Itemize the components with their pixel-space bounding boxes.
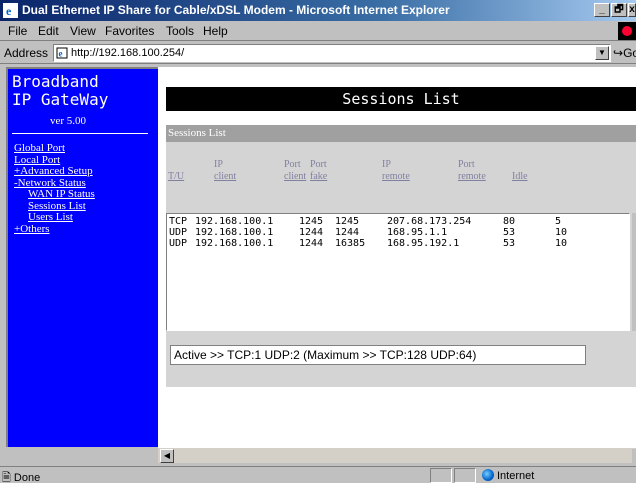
session-cell-proto: UDP bbox=[169, 238, 188, 249]
session-cell-port-fake: 1245 bbox=[335, 216, 360, 227]
address-url: http://192.168.100.254/ bbox=[71, 47, 185, 59]
session-cell-idle: 10 bbox=[555, 227, 568, 238]
session-row[interactable]: TCP 192.168.100.1 1245 1245 207.68.173.254 80… bbox=[167, 216, 627, 227]
session-cell-ip-remote: 207.68.173.254 bbox=[387, 216, 472, 227]
version-label: ver 5.00 bbox=[49, 115, 87, 127]
brand-title: Broadband IP GateWay bbox=[12, 72, 109, 109]
session-cell-ip-remote: 168.95.192.1 bbox=[387, 238, 460, 249]
session-cell-idle: 10 bbox=[555, 238, 568, 249]
address-label: Address bbox=[4, 46, 49, 60]
minimize-button[interactable]: _ bbox=[594, 3, 610, 17]
col-header-tu[interactable]: T/U bbox=[168, 171, 184, 183]
go-arrow-icon: ↪ bbox=[613, 46, 624, 60]
col-header-port-remote[interactable]: Port remote bbox=[458, 159, 486, 183]
page-icon: e bbox=[56, 47, 68, 59]
session-cell-port-remote: 53 bbox=[503, 238, 516, 249]
sidebar-nav: Global Port Local Port +Advanced Setup -… bbox=[14, 142, 95, 236]
sidebar-divider bbox=[12, 133, 148, 134]
session-cell-port-client: 1244 bbox=[299, 238, 324, 249]
window-titlebar: e Dual Ethernet IP Share for Cable/xDSL … bbox=[0, 0, 636, 21]
main-content: Sessions List Sessions List T/U IP clien… bbox=[158, 67, 636, 447]
menu-help[interactable]: Help bbox=[203, 24, 228, 38]
session-cell-proto: TCP bbox=[169, 216, 188, 227]
session-cell-port-client: 1245 bbox=[299, 216, 324, 227]
listbox-scrollbar[interactable] bbox=[632, 213, 636, 331]
address-input[interactable]: e http://192.168.100.254/ ▼ bbox=[53, 44, 611, 62]
sessions-listbox[interactable]: TCP 192.168.100.1 1245 1245 207.68.173.254 80… bbox=[166, 213, 630, 331]
svg-text:e: e bbox=[6, 4, 12, 18]
session-cell-port-fake: 1244 bbox=[335, 227, 360, 238]
session-cell-port-client: 1244 bbox=[299, 227, 324, 238]
security-zone: Internet bbox=[482, 469, 534, 482]
status-cell-1 bbox=[430, 468, 452, 483]
session-cell-port-remote: 53 bbox=[503, 227, 516, 238]
nav-global-port[interactable]: Global Port bbox=[14, 142, 95, 155]
svg-text:e: e bbox=[59, 49, 63, 59]
menu-file[interactable]: File bbox=[8, 24, 27, 38]
go-button[interactable]: ↪Go bbox=[613, 46, 636, 60]
session-row[interactable]: UDP 192.168.100.1 1244 1244 168.95.1.1 53 10 bbox=[167, 227, 627, 238]
internet-explorer-icon: e bbox=[3, 3, 18, 18]
go-label: Go bbox=[623, 46, 636, 60]
nav-users-list[interactable]: Users List bbox=[14, 211, 95, 224]
session-cell-ip-client: 192.168.100.1 bbox=[195, 216, 274, 227]
menu-edit[interactable]: Edit bbox=[38, 24, 59, 38]
sessions-panel: Sessions List T/U IP client Port client … bbox=[166, 125, 636, 387]
menu-view[interactable]: View bbox=[70, 24, 96, 38]
scroll-left-icon[interactable]: ◀ bbox=[160, 449, 174, 463]
session-cell-idle: 5 bbox=[555, 216, 562, 227]
status-cell-2 bbox=[454, 468, 476, 483]
col-header-ip-remote[interactable]: IP remote bbox=[382, 159, 410, 183]
sidebar-bottom-frame bbox=[6, 447, 158, 463]
menu-bar: File Edit View Favorites Tools Help bbox=[0, 21, 636, 41]
windows-logo-icon bbox=[618, 22, 636, 40]
scroll-right-icon[interactable] bbox=[632, 449, 636, 463]
close-button[interactable]: x bbox=[628, 3, 636, 17]
window-title: Dual Ethernet IP Share for Cable/xDSL Mo… bbox=[22, 3, 450, 17]
nav-wan-ip-status[interactable]: WAN IP Status bbox=[14, 188, 95, 201]
col-header-ip-client[interactable]: IP client bbox=[214, 159, 236, 183]
horizontal-scrollbar[interactable]: ◀ bbox=[158, 447, 636, 463]
session-row[interactable]: UDP 192.168.100.1 1244 16385 168.95.192.1 53 1… bbox=[167, 238, 627, 249]
nav-advanced-setup[interactable]: +Advanced Setup bbox=[14, 165, 95, 178]
session-cell-proto: UDP bbox=[169, 227, 188, 238]
sessions-summary: Active >> TCP:1 UDP:2 (Maximum >> TCP:12… bbox=[170, 345, 586, 365]
page-title: Sessions List bbox=[166, 87, 636, 111]
col-header-idle[interactable]: Idle bbox=[512, 171, 528, 183]
address-bar: Address e http://192.168.100.254/ ▼ ↪Go bbox=[0, 42, 636, 64]
session-cell-port-remote: 80 bbox=[503, 216, 516, 227]
session-cell-ip-client: 192.168.100.1 bbox=[195, 227, 274, 238]
session-cell-port-fake: 16385 bbox=[335, 238, 366, 249]
page-done-icon: 🗎 bbox=[2, 472, 11, 483]
status-text: 🗎 Done bbox=[2, 472, 41, 483]
restore-button[interactable]: 🗗 bbox=[611, 3, 627, 17]
globe-icon bbox=[482, 469, 494, 481]
nav-others[interactable]: +Others bbox=[14, 223, 95, 236]
col-header-port-client[interactable]: Port client bbox=[284, 159, 306, 183]
session-cell-ip-remote: 168.95.1.1 bbox=[387, 227, 448, 238]
menu-tools[interactable]: Tools bbox=[166, 24, 194, 38]
session-cell-ip-client: 192.168.100.1 bbox=[195, 238, 274, 249]
sidebar: Broadband IP GateWay ver 5.00 Global Por… bbox=[6, 67, 158, 447]
status-bar: 🗎 Done Internet bbox=[0, 466, 636, 483]
panel-title: Sessions List bbox=[166, 125, 636, 142]
col-header-port-fake[interactable]: Port fake bbox=[310, 159, 327, 183]
menu-favorites[interactable]: Favorites bbox=[105, 24, 154, 38]
address-dropdown-icon[interactable]: ▼ bbox=[595, 46, 609, 60]
